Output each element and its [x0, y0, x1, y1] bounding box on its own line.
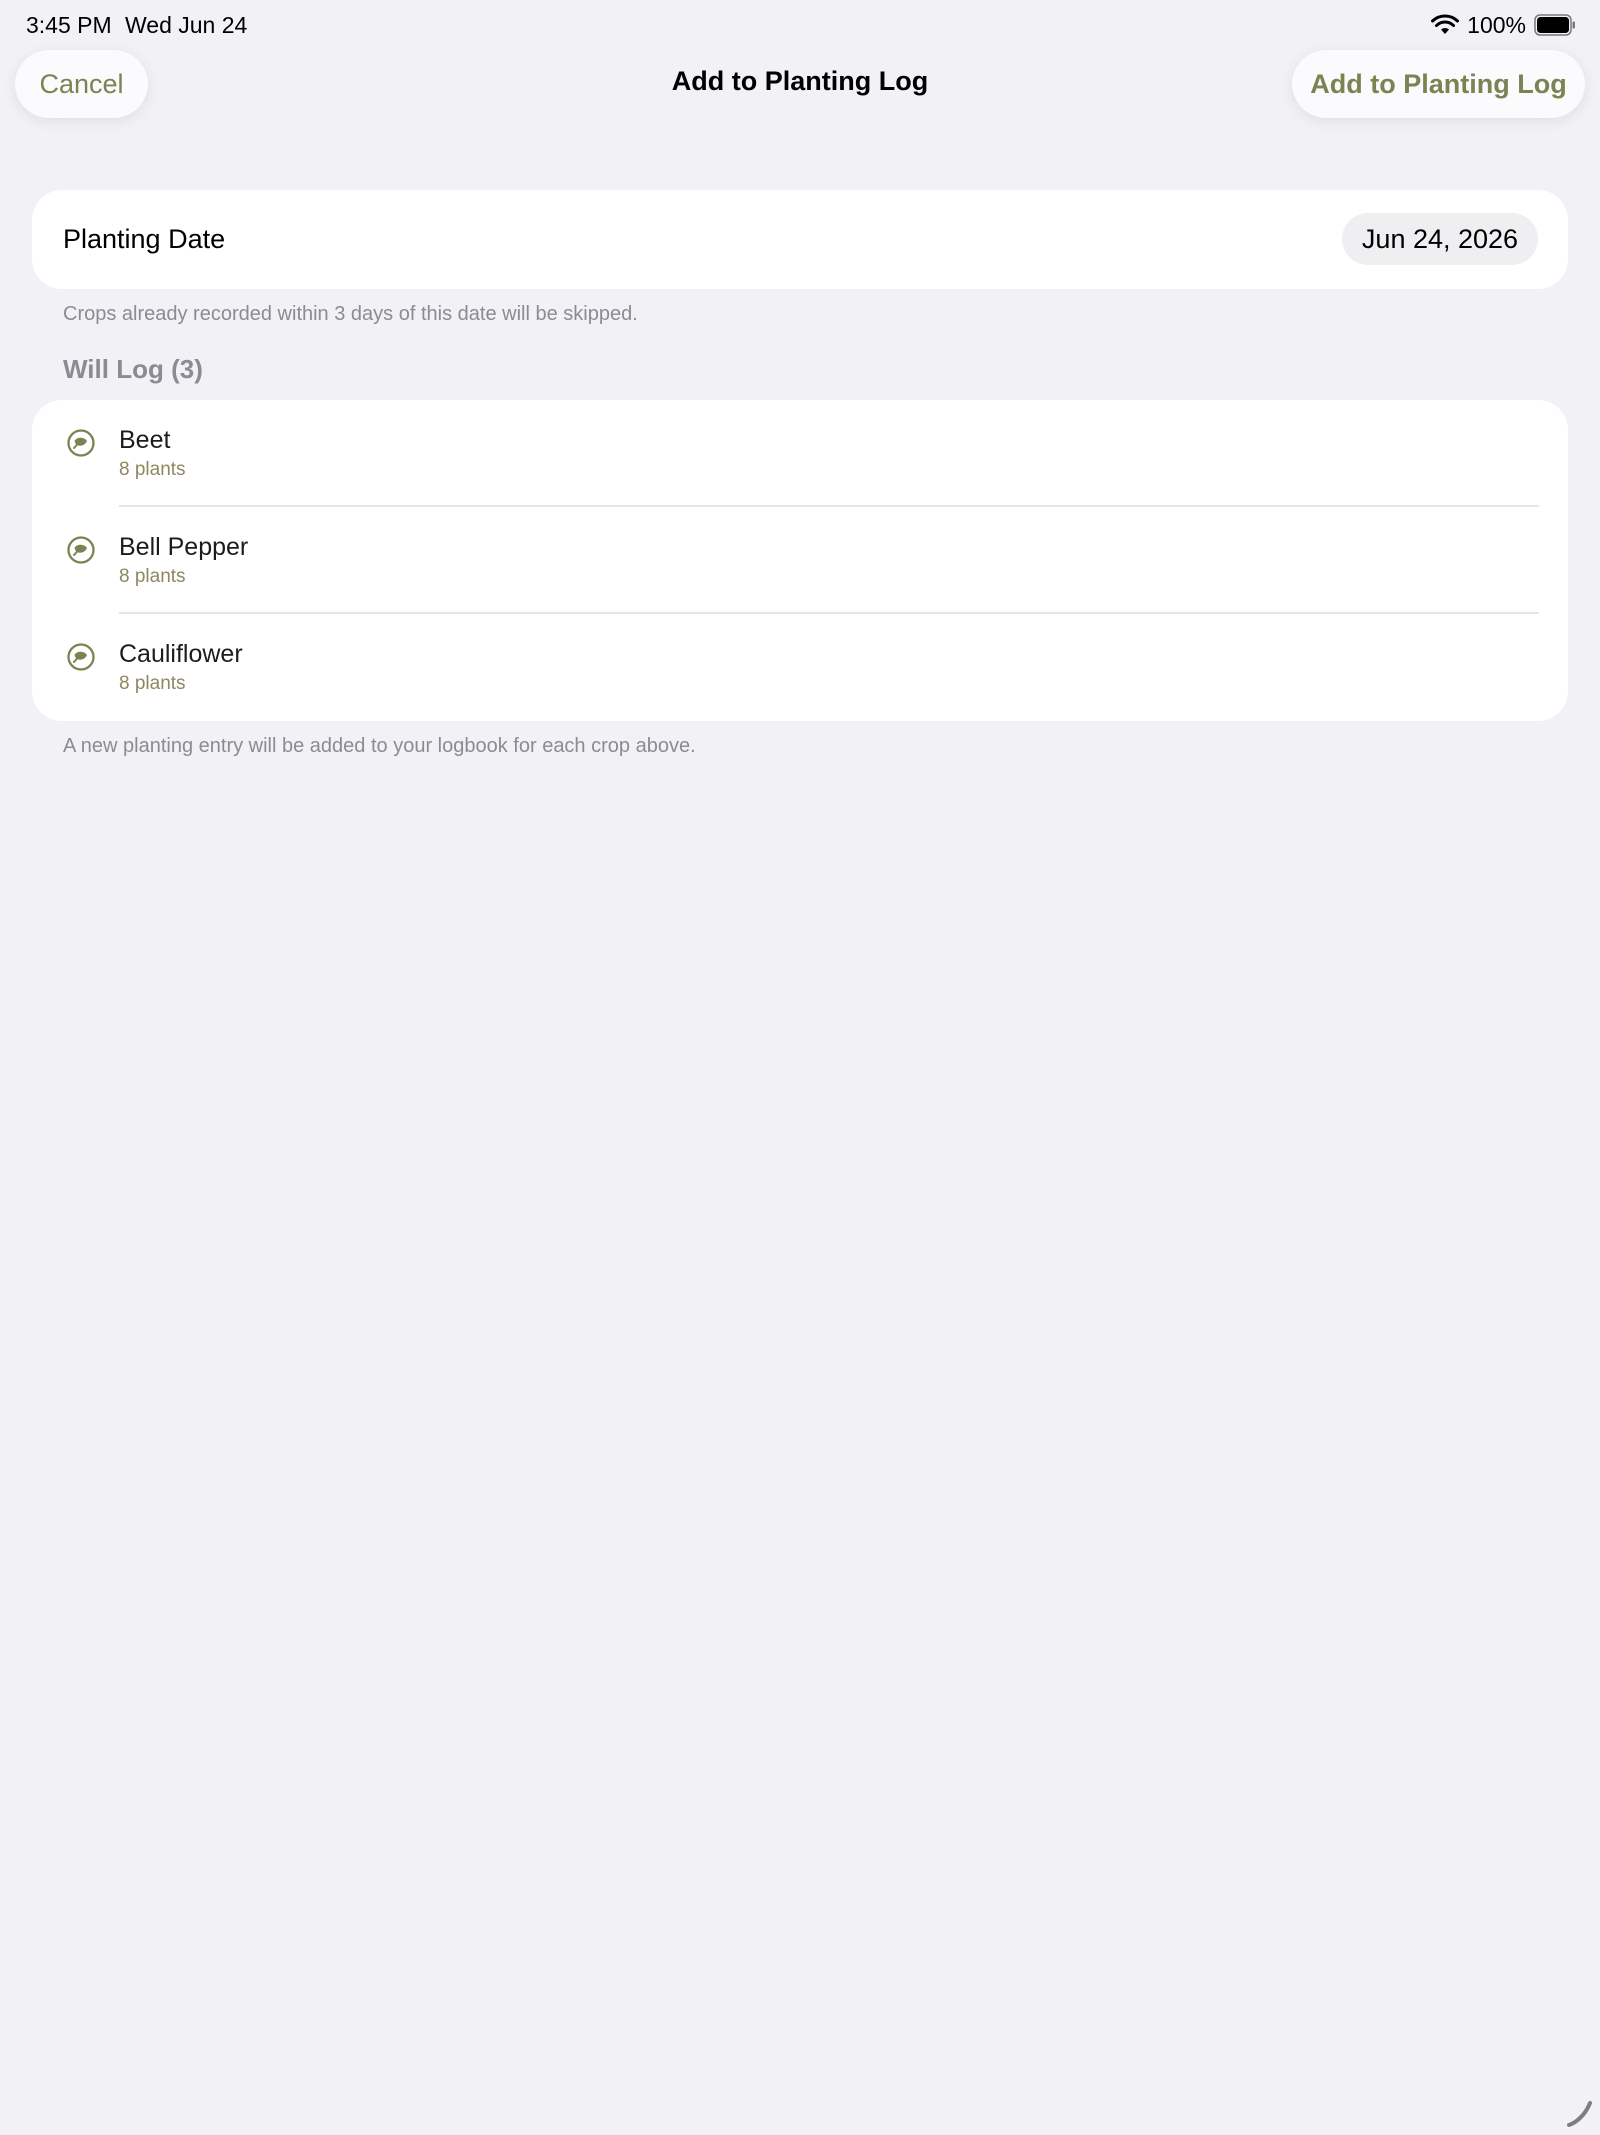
battery-percentage: 100% — [1467, 11, 1526, 38]
crop-count: 8 plants — [119, 566, 186, 587]
list-item: Cauliflower 8 plants — [32, 614, 1568, 721]
list-item: Bell Pepper 8 plants — [32, 507, 1568, 614]
leaf-icon — [67, 536, 95, 564]
entry-note: A new planting entry will be added to yo… — [63, 735, 696, 757]
skip-note: Crops already recorded within 3 days of … — [63, 303, 638, 325]
battery-icon — [1534, 14, 1575, 36]
status-indicators: 100% — [1431, 10, 1576, 40]
crop-count: 8 plants — [119, 459, 186, 480]
crop-name: Beet — [119, 426, 171, 454]
planting-date-label: Planting Date — [63, 224, 226, 254]
add-to-planting-log-button[interactable]: Add to Planting Log — [1292, 50, 1585, 118]
status-bar: 3:45 PM Wed Jun 24 100% — [0, 0, 1600, 50]
crop-count: 8 plants — [119, 673, 186, 694]
will-log-list: Beet 8 plants Bell Pepper 8 plants Cauli… — [32, 400, 1568, 721]
will-log-header: Will Log (3) — [63, 354, 203, 384]
planting-log-sheet: 3:45 PM Wed Jun 24 100% Cancel Add to Pl… — [0, 0, 1600, 2135]
crop-name: Cauliflower — [119, 640, 243, 668]
list-item: Beet 8 plants — [32, 400, 1568, 507]
leaf-icon — [67, 429, 95, 457]
status-date: Wed Jun 24 — [125, 12, 248, 38]
planting-date-picker[interactable]: Jun 24, 2026 — [1342, 213, 1538, 265]
leaf-icon — [67, 643, 95, 671]
wifi-icon — [1431, 14, 1460, 34]
resize-handle-icon[interactable] — [1565, 2098, 1595, 2128]
status-time: 3:45 PM — [26, 12, 112, 38]
planting-date-card: Planting Date Jun 24, 2026 — [32, 190, 1568, 289]
crop-name: Bell Pepper — [119, 533, 249, 561]
